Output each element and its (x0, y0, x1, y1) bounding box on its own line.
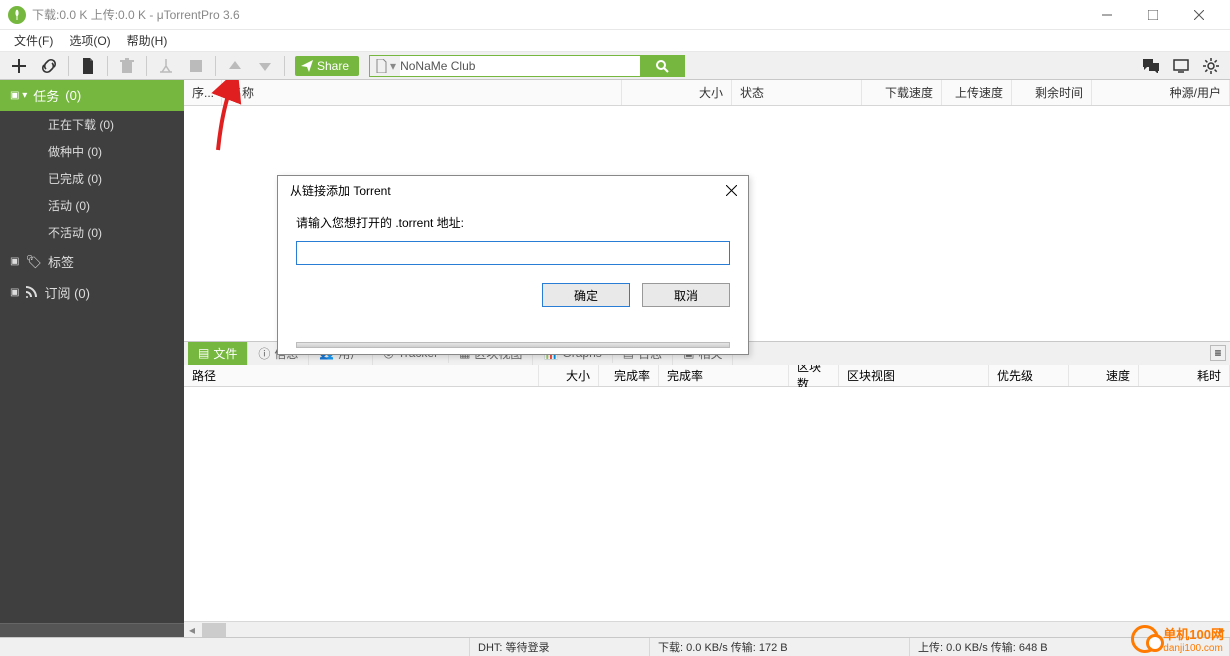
menubar: 文件(F) 选项(O) 帮助(H) (0, 30, 1230, 52)
detail-grid-header: 路径 大小 完成率 完成率 区块数 区块视图 优先级 速度 耗时 (184, 365, 1230, 387)
ok-button[interactable]: 确定 (542, 283, 630, 307)
menu-file[interactable]: 文件(F) (6, 30, 61, 51)
new-torrent-button[interactable] (73, 53, 103, 79)
sidebar-active[interactable]: 活动 (0) (0, 192, 184, 219)
detail-grid-body[interactable] (184, 387, 1230, 622)
status-dht: DHT: 等待登录 (470, 638, 650, 656)
col-status[interactable]: 状态 (732, 80, 862, 105)
dialog-label: 请输入您想打开的 .torrent 地址: (296, 214, 730, 231)
scroll-right-icon[interactable]: ▸ (1214, 622, 1230, 638)
close-button[interactable] (1176, 0, 1222, 30)
dcol-done2[interactable]: 完成率 (659, 365, 789, 386)
col-peers[interactable]: 种源/用户 (1092, 80, 1230, 105)
sidebar-tasks[interactable]: ▣ ▾ 任务 (0) (0, 80, 184, 111)
status-upload: 上传: 0.0 KB/s 传输: 648 B (910, 638, 1230, 656)
cancel-button[interactable]: 取消 (642, 283, 730, 307)
col-index[interactable]: 序... (184, 80, 222, 105)
tab-overflow-button[interactable]: ≡ (1210, 345, 1226, 361)
rss-icon (25, 285, 38, 301)
sidebar-resize-handle[interactable] (0, 623, 184, 637)
search-box: ▾ (369, 55, 685, 77)
dcol-done1[interactable]: 完成率 (599, 365, 659, 386)
col-eta[interactable]: 剩余时间 (1012, 80, 1092, 105)
stop-button[interactable] (181, 53, 211, 79)
chat-icon[interactable] (1136, 53, 1166, 79)
collapse-icon: ▣ (10, 256, 19, 267)
document-icon (370, 59, 392, 73)
dcol-path[interactable]: 路径 (184, 365, 539, 386)
add-torrent-button[interactable] (4, 53, 34, 79)
menu-options[interactable]: 选项(O) (61, 30, 118, 51)
dcol-view[interactable]: 区块视图 (839, 365, 989, 386)
dialog-progress (296, 342, 730, 348)
dialog-close-button[interactable] (720, 179, 742, 201)
info-icon: ⓘ (258, 345, 270, 362)
share-button[interactable]: Share (295, 56, 359, 76)
settings-icon[interactable] (1196, 53, 1226, 79)
col-ulspeed[interactable]: 上传速度 (942, 80, 1012, 105)
add-url-dialog: 从链接添加 Torrent 请输入您想打开的 .torrent 地址: 确定 取… (277, 175, 749, 355)
labels-icon: 🏷 (25, 254, 42, 270)
add-url-button[interactable] (34, 53, 64, 79)
app-logo-icon (8, 6, 26, 24)
window-title: 下载:0.0 K 上传:0.0 K - μTorrentPro 3.6 (32, 6, 240, 23)
sidebar: ▣ ▾ 任务 (0) 正在下载 (0) 做种中 (0) 已完成 (0) 活动 (… (0, 80, 184, 637)
search-input[interactable] (400, 56, 640, 76)
sidebar-downloading[interactable]: 正在下载 (0) (0, 111, 184, 138)
dcol-prio[interactable]: 优先级 (989, 365, 1069, 386)
sidebar-labels-text: 标签 (48, 252, 74, 271)
dcol-speed[interactable]: 速度 (1069, 365, 1139, 386)
menu-help[interactable]: 帮助(H) (119, 30, 176, 51)
titlebar: 下载:0.0 K 上传:0.0 K - μTorrentPro 3.6 (0, 0, 1230, 30)
collapse-icon: ▣ ▾ (10, 90, 27, 101)
sidebar-tasks-count: (0) (65, 88, 81, 103)
statusbar: DHT: 等待登录 下载: 0.0 KB/s 传输: 172 B 上传: 0.0… (0, 637, 1230, 656)
search-button[interactable] (640, 55, 684, 77)
sidebar-completed[interactable]: 已完成 (0) (0, 165, 184, 192)
dcol-blocks[interactable]: 区块数 (789, 365, 839, 386)
collapse-icon: ▣ (10, 287, 19, 298)
minimize-button[interactable] (1084, 0, 1130, 30)
sidebar-seeding[interactable]: 做种中 (0) (0, 138, 184, 165)
maximize-button[interactable] (1130, 0, 1176, 30)
start-button[interactable] (151, 53, 181, 79)
content-area: 序... 名称 大小 状态 下载速度 上传速度 剩余时间 种源/用户 ▤文件 ⓘ… (184, 80, 1230, 637)
tab-files[interactable]: ▤文件 (188, 342, 248, 365)
scroll-thumb[interactable] (202, 623, 226, 637)
torrent-grid-header: 序... 名称 大小 状态 下载速度 上传速度 剩余时间 种源/用户 (184, 80, 1230, 106)
dialog-title: 从链接添加 Torrent (290, 182, 391, 199)
toolbar: Share ▾ (0, 52, 1230, 80)
move-down-button[interactable] (250, 53, 280, 79)
remote-icon[interactable] (1166, 53, 1196, 79)
url-input[interactable] (296, 241, 730, 265)
files-icon: ▤ (198, 346, 209, 360)
col-size[interactable]: 大小 (622, 80, 732, 105)
sidebar-labels[interactable]: ▣ 🏷 标签 (0, 246, 184, 277)
share-icon (301, 60, 313, 72)
sidebar-feeds[interactable]: ▣ 订阅 (0) (0, 277, 184, 308)
move-up-button[interactable] (220, 53, 250, 79)
status-download: 下载: 0.0 KB/s 传输: 172 B (650, 638, 910, 656)
chevron-down-icon[interactable]: ▾ (390, 59, 396, 73)
remove-button[interactable] (112, 53, 142, 79)
sidebar-feeds-text: 订阅 (0) (44, 283, 90, 302)
col-name[interactable]: 名称 (222, 80, 622, 105)
scroll-left-icon[interactable]: ◂ (184, 622, 200, 638)
sidebar-tasks-label: 任务 (33, 86, 59, 105)
dcol-size[interactable]: 大小 (539, 365, 599, 386)
col-dlspeed[interactable]: 下载速度 (862, 80, 942, 105)
horizontal-scrollbar[interactable]: ◂ ▸ (184, 621, 1230, 637)
share-label: Share (317, 59, 349, 73)
dcol-elapsed[interactable]: 耗时 (1139, 365, 1230, 386)
sidebar-inactive[interactable]: 不活动 (0) (0, 219, 184, 246)
